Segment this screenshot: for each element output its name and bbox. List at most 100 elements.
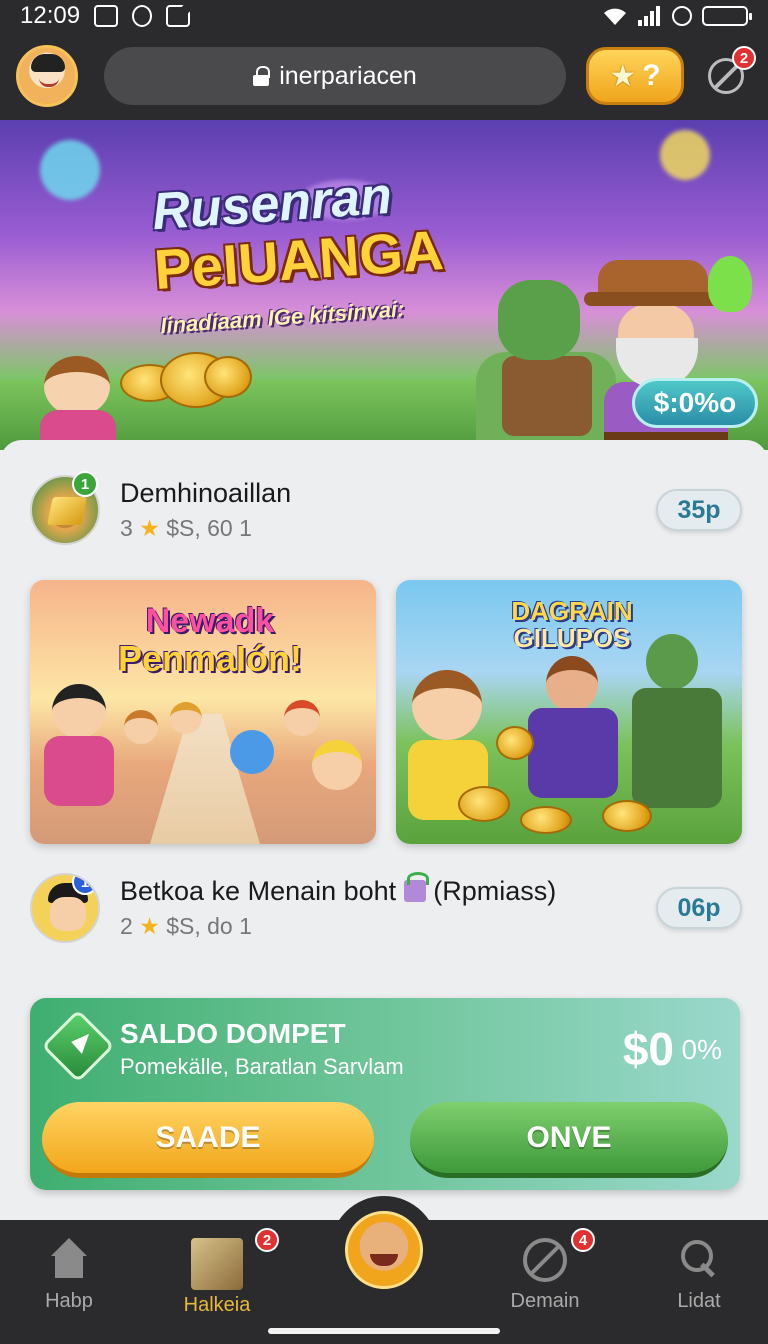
list-item-value: $S, do 1 [166,913,252,939]
search-icon [677,1238,721,1282]
gold-bar-icon: 1 [30,471,100,545]
nav-label: Halkeia [183,1294,251,1316]
nav-label: Lidat [677,1290,721,1312]
center-action-button[interactable] [330,1196,438,1304]
item-badge: 1 [72,471,98,497]
kid-character [284,700,320,736]
coin-icon [520,806,572,834]
wifi-icon [602,6,628,26]
list-item-pill[interactable]: 06p [656,887,742,929]
tile-title-line2: GILUPOS [513,623,631,654]
status-time: 12:09 [20,2,81,29]
kid-character [412,670,482,740]
tile-title-line1: Newadk [145,602,275,640]
home-icon [47,1238,91,1282]
list-item-title: Demhinoaillan [120,478,292,508]
reward-label: ? [642,59,661,92]
kid-character [124,710,158,744]
home-indicator[interactable] [268,1328,500,1334]
wizard-hat-brim [584,292,724,306]
girl-character [44,356,110,416]
wallet-card: SALDO DOMPET Pomekälle, Baratlan Sarvlam… [30,998,740,1190]
star-icon: ★ [609,59,637,93]
orc-character-body [632,688,722,808]
reward-button[interactable]: ★ ? [586,47,684,105]
tile-title-line1: DAGRAIN [511,596,633,626]
coin-icon [458,786,510,822]
banner-percent-pill[interactable]: $:0%o [632,378,758,428]
coin-icon [602,800,652,832]
warrior-character [546,656,598,712]
document-icon [166,5,191,27]
notification-icon [132,5,153,27]
map-icon: 2 [191,1228,279,1290]
star-icon: ★ [139,515,160,541]
tile-title: Newadk PenmaIón! [90,602,330,679]
orc-character [646,634,698,690]
wallet-subtitle: Pomekälle, Baratlan Sarvlam [120,1054,404,1079]
wallet-percent: 0% [681,1034,722,1065]
list-item-title: Betkoa ke Menain boht (Rpmiass) [120,872,656,907]
mascot-icon [345,1211,423,1289]
kid-character [170,702,202,734]
promo-banner[interactable]: Rusenran PeIUANGA Iinadiaam IGe kitsinva… [0,120,768,450]
orc-vest [502,356,592,436]
player-avatar-icon: 1 [30,873,100,943]
promo-tile[interactable]: DAGRAIN GILUPOS [396,580,742,844]
coin-icon [496,726,534,760]
list-item-rank: 3 [120,515,133,541]
kid-character [312,740,362,790]
save-button[interactable]: SAADE [42,1102,374,1178]
stage-light [660,130,710,180]
gift-icon [403,872,429,902]
star-icon: ★ [139,913,160,939]
nav-item-domain[interactable]: 4 Demain [490,1228,600,1313]
list-item-pill[interactable]: 35p [656,489,742,531]
lock-icon [253,66,271,86]
tile-title: DAGRAIN GILUPOS [502,596,642,654]
list-item[interactable]: 1 Betkoa ke Menain boht (Rpmiass) 2 ★ $S… [30,868,742,948]
nav-label: Demain [510,1290,580,1312]
orc-head [498,280,580,360]
tools-button[interactable]: 2 [706,46,756,96]
wallet-title: SALDO DOMPET [120,1018,346,1049]
bottom-nav: Habp 2 Halkeia 4 Demain Lidat [0,1196,768,1344]
tools-badge: 2 [732,46,756,70]
list-item-title-suffix: (Rpmiass) [433,876,557,906]
nav-item-search[interactable]: Lidat [644,1238,754,1313]
tile-title-line2: PenmaIón! [117,637,303,679]
url-text: inerpariacen [279,61,417,90]
wallet-icon [41,1009,115,1083]
kid-character [52,684,106,738]
move-button[interactable]: ONVE [410,1102,728,1178]
list-item-rank: 2 [120,913,133,939]
promo-tile[interactable]: Newadk PenmaIón! [30,580,376,844]
nav-label: Habp [45,1290,93,1312]
top-bar: inerpariacen ★ ? 2 [0,32,768,120]
list-item[interactable]: 1 Demhinoaillan 3 ★ $S, 60 1 35p [30,470,742,550]
status-bar: 12:09 [0,0,768,32]
screen-record-icon [94,5,119,27]
slime-character [708,256,752,312]
nav-item-home[interactable]: Habp [14,1238,124,1313]
warrior-character-body [528,708,618,798]
list-item-title-text: Betkoa ke Menain boht [120,876,397,906]
ban-icon: 4 [523,1228,595,1282]
list-item-value: $S, 60 1 [166,515,252,541]
wallet-amount: $0 [622,1023,674,1075]
list-item-subtitle: 3 ★ $S, 60 1 [120,515,656,542]
signal-icon [638,6,662,26]
kid-character-body [44,736,114,806]
coin-icon [204,356,252,398]
nav-badge: 4 [571,1228,595,1252]
avatar[interactable] [16,45,78,107]
nav-item-map[interactable]: 2 Halkeia [162,1228,279,1317]
blue-creature [230,730,274,774]
alarm-icon [672,6,692,26]
stage-light [40,140,100,200]
battery-icon [702,6,752,26]
nav-badge: 2 [255,1228,279,1252]
url-bar[interactable]: inerpariacen [104,47,566,105]
item-badge: 1 [72,875,98,895]
list-item-subtitle: 2 ★ $S, do 1 [120,913,656,940]
